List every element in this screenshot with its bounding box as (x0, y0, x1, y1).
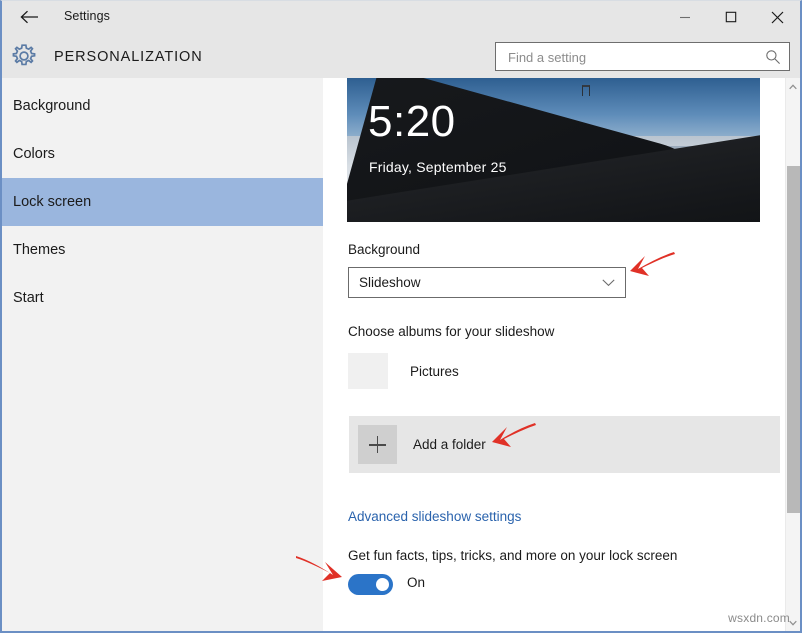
sidebar-item-lock-screen[interactable]: Lock screen (2, 178, 323, 226)
window-title: Settings (64, 9, 110, 23)
back-button[interactable] (10, 3, 50, 31)
body-area: Background Colors Lock screen Themes Sta… (2, 78, 800, 631)
scroll-up-button[interactable] (786, 78, 800, 95)
fun-facts-toggle-state: On (407, 575, 425, 590)
page-title: PERSONALIZATION (54, 49, 203, 65)
toggle-knob (376, 578, 389, 591)
add-folder-label: Add a folder (413, 437, 486, 452)
advanced-slideshow-settings-link[interactable]: Advanced slideshow settings (348, 509, 521, 524)
close-button[interactable] (754, 1, 800, 33)
maximize-button[interactable] (708, 1, 754, 33)
sidebar-item-background[interactable]: Background (2, 82, 323, 130)
sidebar-item-label: Background (13, 98, 90, 114)
list-item[interactable]: Pictures (348, 350, 780, 392)
maximize-icon (725, 11, 737, 23)
scrollbar-thumb[interactable] (787, 166, 800, 513)
lock-screen-preview: 5:20 Friday, September 25 (347, 78, 760, 222)
plus-icon (358, 425, 397, 464)
fun-facts-label: Get fun facts, tips, tricks, and more on… (348, 548, 677, 563)
search-box[interactable] (495, 42, 790, 71)
albums-label: Choose albums for your slideshow (348, 324, 554, 339)
sidebar-item-label: Start (13, 290, 44, 306)
sidebar-item-label: Colors (13, 146, 55, 162)
search-icon[interactable] (765, 49, 781, 65)
settings-content: 5:20 Friday, September 25 Background Sli… (323, 78, 800, 631)
sidebar-item-themes[interactable]: Themes (2, 226, 323, 274)
sidebar: Background Colors Lock screen Themes Sta… (2, 78, 323, 631)
sidebar-item-label: Lock screen (13, 194, 91, 210)
close-icon (771, 11, 784, 24)
minimize-icon (679, 11, 691, 23)
watermark: wsxdn.com (728, 611, 790, 625)
background-dropdown-value: Slideshow (359, 275, 421, 290)
minimize-button[interactable] (662, 1, 708, 33)
back-arrow-icon (20, 10, 40, 24)
fun-facts-toggle[interactable] (348, 574, 393, 595)
title-bar: Settings (2, 1, 800, 33)
annotation-arrow-add-folder (491, 421, 537, 449)
chevron-up-icon (789, 84, 797, 90)
search-input[interactable] (506, 43, 760, 72)
page-header: PERSONALIZATION (2, 33, 800, 78)
annotation-arrow-background-dropdown (628, 249, 676, 279)
settings-window: Settings (0, 0, 802, 633)
sidebar-item-start[interactable]: Start (2, 274, 323, 322)
content-scrollbar[interactable] (785, 78, 800, 631)
add-folder-button[interactable]: Add a folder (349, 416, 780, 473)
preview-clock: 5:20 (368, 100, 456, 144)
background-label: Background (348, 242, 420, 257)
gear-icon (11, 43, 37, 69)
preview-tower (582, 85, 590, 96)
chevron-down-icon (602, 279, 615, 287)
album-name: Pictures (410, 364, 459, 379)
sidebar-item-label: Themes (13, 242, 65, 258)
preview-date: Friday, September 25 (369, 159, 507, 175)
album-thumbnail (348, 353, 388, 389)
caption-button-group (662, 1, 800, 33)
annotation-arrow-fun-facts-toggle (294, 553, 344, 583)
background-dropdown[interactable]: Slideshow (348, 267, 626, 298)
chevron-down-icon (789, 620, 797, 626)
sidebar-item-colors[interactable]: Colors (2, 130, 323, 178)
